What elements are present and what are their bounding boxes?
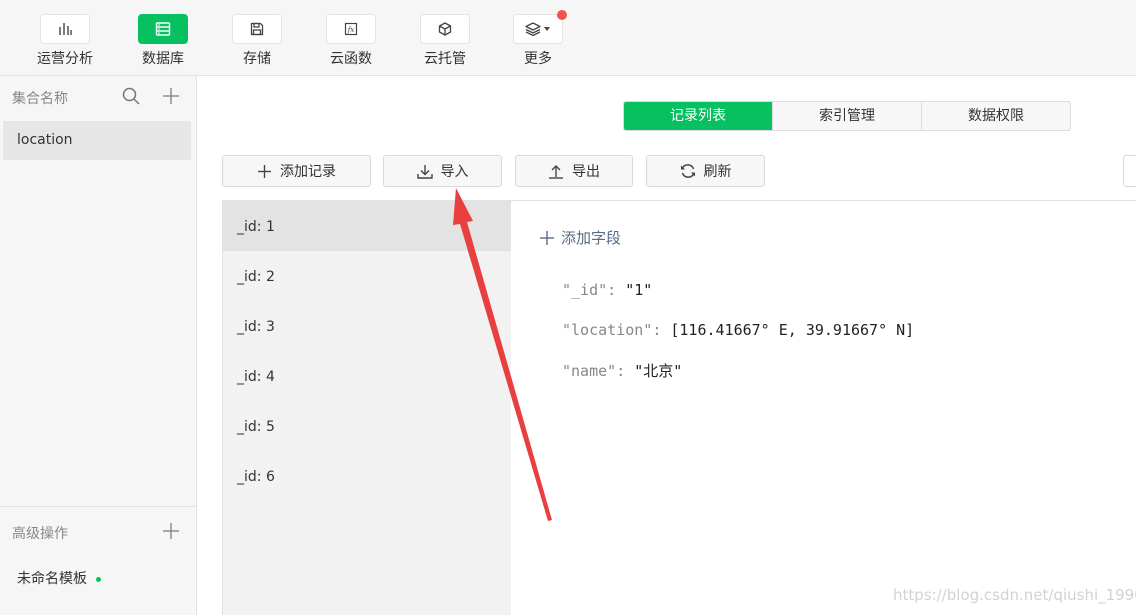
search-field-edge[interactable] [1123,155,1136,187]
record-detail: 添加字段 "_id": "1" "location": [116.41667° … [511,200,1136,615]
database-icon [138,14,188,44]
bar-chart-icon [40,14,90,44]
notification-dot [557,10,567,20]
field-key: "name" [562,362,617,380]
tab-data-permissions[interactable]: 数据权限 [921,102,1070,130]
tab-index-management[interactable]: 索引管理 [772,102,921,130]
field-value: "1" [625,281,653,299]
export-button[interactable]: 导出 [515,155,633,187]
top-toolbar: 运营分析 数据库 存储 fx 云函数 云托管 更多 [0,0,1136,76]
collection-item-location[interactable]: location [3,121,191,160]
refresh-icon [680,164,695,178]
export-label: 导出 [572,164,600,180]
record-item[interactable]: _id: 3 [223,301,511,351]
import-label: 导入 [440,164,469,180]
collection-header: 集合名称 [12,91,68,107]
record-item[interactable]: _id: 5 [223,401,511,451]
watermark: https://blog.csdn.net/qiushi_1990 [893,586,1136,604]
status-dot [96,576,101,582]
record-list: _id: 1 _id: 2 _id: 3 _id: 4 _id: 5 _id: … [222,200,512,615]
toolbar-label: 云函数 [330,51,372,67]
floppy-disk-icon [232,14,282,44]
collection-sidebar: 集合名称 location 高级操作 未命名模板 [0,76,197,615]
record-item[interactable]: _id: 4 [223,351,511,401]
view-tabs: 记录列表 索引管理 数据权限 [623,101,1071,131]
field-row-id[interactable]: "_id": "1" [562,281,652,299]
plus-icon [540,230,554,245]
toolbar-item-cloud-hosting[interactable]: 云托管 [407,14,483,70]
field-row-location[interactable]: "location": [116.41667° E, 39.91667° N] [562,321,914,339]
add-record-label: 添加记录 [280,164,336,180]
field-value: "北京" [634,362,683,380]
add-field-button[interactable]: 添加字段 [539,227,621,248]
cube-icon [420,14,470,44]
add-template-icon[interactable] [162,522,180,544]
field-key: "_id" [562,281,608,299]
toolbar-label: 运营分析 [37,51,93,67]
svg-text:fx: fx [347,26,355,34]
advanced-operations-header: 高级操作 [12,526,68,542]
field-row-name[interactable]: "name": "北京" [562,360,682,381]
tab-record-list[interactable]: 记录列表 [624,102,772,130]
add-record-button[interactable]: 添加记录 [222,155,371,187]
field-value: [116.41667° E, 39.91667° N] [670,321,915,339]
plus-icon [258,164,271,178]
template-label: 未命名模板 [17,571,87,587]
toolbar-item-more[interactable]: 更多 [500,10,576,70]
toolbar-item-storage[interactable]: 存储 [219,14,295,70]
add-field-label: 添加字段 [561,229,622,247]
record-item[interactable]: _id: 2 [223,251,511,301]
toolbar-item-analytics[interactable]: 运营分析 [27,14,103,70]
toolbar-label: 数据库 [142,51,184,67]
function-icon: fx [326,14,376,44]
record-item[interactable]: _id: 6 [223,451,511,501]
toolbar-item-cloud-function[interactable]: fx 云函数 [313,14,389,70]
toolbar-item-database[interactable]: 数据库 [125,14,201,70]
search-icon[interactable] [122,87,140,109]
import-button[interactable]: 导入 [383,155,502,187]
download-icon [416,164,433,179]
refresh-label: 刷新 [703,164,732,180]
layers-icon [513,10,567,44]
sidebar-divider [0,506,197,507]
toolbar-label: 云托管 [424,51,466,67]
field-key: "location" [562,321,653,339]
refresh-button[interactable]: 刷新 [646,155,765,187]
upload-icon [549,164,563,179]
add-collection-icon[interactable] [162,87,180,109]
toolbar-label: 存储 [243,51,271,67]
toolbar-label: 更多 [524,51,552,67]
record-item[interactable]: _id: 1 [223,201,511,251]
template-item[interactable]: 未命名模板 [17,568,101,588]
